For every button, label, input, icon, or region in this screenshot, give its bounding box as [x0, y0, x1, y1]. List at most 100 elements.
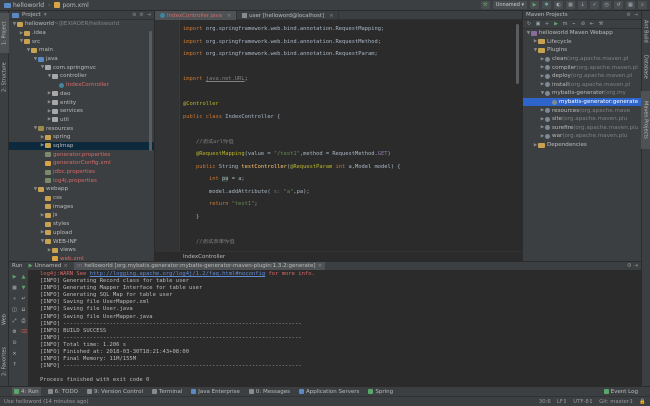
tree-item[interactable]: ▼ java — [9, 55, 154, 64]
tools-icon[interactable]: ⚒ — [598, 21, 604, 27]
hammer-icon[interactable]: ⚒ — [480, 1, 490, 9]
file-encoding[interactable]: UTF-8↕ — [573, 399, 593, 405]
tree-item[interactable]: ▶ services — [9, 107, 154, 116]
maven-tree-item[interactable]: ▶ resources (org.apache.mave — [523, 106, 641, 115]
tree-item[interactable]: ▶ .idea — [9, 29, 154, 38]
maven-tree-item[interactable]: mybatis-generator:generate — [523, 97, 641, 107]
scroll-down-icon[interactable]: ▼ — [20, 284, 27, 291]
tree-item[interactable]: ▼ com.springmvc — [9, 63, 154, 72]
run-icon[interactable]: ▶ — [553, 21, 559, 27]
tree-item[interactable]: log4j.properties — [9, 176, 154, 185]
sync-icon[interactable]: ⊕ — [132, 12, 136, 18]
editor-scrollbar[interactable] — [516, 24, 519, 84]
maven-tree-item[interactable]: ▶ Lifecycle — [523, 38, 641, 47]
tab-user-table[interactable]: user [helloword@localhost] × — [237, 11, 340, 20]
vcs-update-icon[interactable]: ↓ — [578, 1, 587, 9]
tree-item[interactable]: ▶ views — [9, 246, 154, 255]
tab-project[interactable]: 1: Project — [0, 13, 9, 53]
collapse-icon[interactable]: ⇤ — [589, 21, 595, 27]
tree-item[interactable]: ▶ js — [9, 211, 154, 220]
tree-item[interactable]: generatorConfig.xml — [9, 159, 154, 168]
restore-icon[interactable]: ⤢ — [11, 317, 18, 324]
status-message[interactable]: Use helloword (14 minutes ago) — [4, 399, 89, 405]
rerun-icon[interactable]: ▶ — [11, 273, 18, 280]
tree-item[interactable]: css — [9, 194, 154, 203]
settings-icon[interactable]: ⚙ ⇥ — [627, 263, 641, 269]
tab-web[interactable]: Web — [0, 311, 9, 329]
close-icon[interactable]: × — [11, 350, 18, 357]
tree-item[interactable]: ▼ resources — [9, 124, 154, 133]
tree-item[interactable]: IndexController — [9, 81, 154, 90]
event-log-button[interactable]: Event Log — [603, 389, 650, 395]
breadcrumb-file[interactable]: pom.xml — [54, 2, 89, 9]
help-icon[interactable]: ? — [11, 361, 18, 368]
dump-icon[interactable]: ◫ — [11, 306, 18, 313]
tree-item[interactable]: ▶ util — [9, 116, 154, 125]
revert-icon[interactable]: ↺ — [614, 1, 623, 9]
print-icon[interactable]: ⎙ — [20, 317, 27, 324]
maven-tree-item[interactable]: ▶ site (org.apache.maven.plu — [523, 115, 641, 124]
debug-icon[interactable]: ✱ — [542, 1, 551, 9]
tree-item[interactable]: ▼ controller — [9, 72, 154, 81]
maven-tree-item[interactable]: ▶ install (org.apache.maven.pl — [523, 81, 641, 90]
tab-favorites[interactable]: 2: Favorites — [0, 341, 9, 381]
gutter-line[interactable] — [155, 183, 179, 189]
maven-tree-item[interactable]: ▼ Plugins — [523, 46, 641, 55]
tree-item[interactable]: ▼ helloworld ~/JIEXIAOER/helloworld — [9, 20, 154, 29]
skip-tests-icon[interactable]: ⊘ — [580, 21, 586, 27]
breadcrumb-project[interactable]: helloworld — [4, 2, 44, 9]
stop-icon[interactable]: ■ — [11, 284, 18, 291]
wrap-icon[interactable]: ↵ — [20, 295, 27, 302]
maven-tree-item[interactable]: ▶ compiler (org.apache.maven.pl — [523, 63, 641, 72]
maven-tree-item[interactable]: ▶ war (org.apache.maven.plu — [523, 132, 641, 141]
tree-item[interactable]: images — [9, 202, 154, 211]
code-area[interactable]: import org.springframework.web.bind.anno… — [183, 20, 522, 251]
tree-item[interactable]: generator.properties — [9, 150, 154, 159]
settings-icon[interactable]: ⚙ — [626, 12, 630, 18]
git-branch[interactable]: Git: master↕ — [599, 399, 633, 405]
project-structure-icon[interactable]: ▦ — [626, 1, 635, 9]
maven-tree-item[interactable]: ▶ clean (org.apache.maven.pl — [523, 55, 641, 64]
tab-index-controller[interactable]: IndexController.java × — [155, 11, 238, 20]
tree-item[interactable]: ▼ src — [9, 37, 154, 46]
tree-item[interactable]: ▶ dao — [9, 90, 154, 99]
settings-icon[interactable]: ⚙ — [11, 328, 18, 335]
toggle-offline-icon[interactable]: ⌁ — [571, 21, 577, 27]
caret-position[interactable]: 30:6 — [539, 399, 551, 405]
stop-icon[interactable]: ■ — [566, 1, 575, 9]
line-separator[interactable]: LF↕ — [557, 399, 567, 405]
tool-window-button[interactable]: Java Enterprise — [189, 387, 242, 397]
close-icon[interactable]: × — [329, 13, 333, 19]
add-icon[interactable]: + — [544, 21, 550, 27]
tree-item[interactable]: ▼ WEB-INF — [9, 237, 154, 246]
generate-sources-icon[interactable]: ▣ — [535, 21, 541, 27]
vcs-commit-icon[interactable]: ✓ — [590, 1, 599, 9]
close-icon[interactable]: × — [318, 263, 323, 269]
coverage-icon[interactable]: ◐ — [554, 1, 563, 9]
pause-icon[interactable]: ⏸ — [11, 295, 18, 302]
maven-tree-item[interactable]: ▶ deploy (org.apache.maven.pl — [523, 72, 641, 81]
tool-window-button[interactable]: Terminal — [150, 387, 184, 397]
close-icon[interactable]: × — [63, 263, 68, 269]
pin-icon[interactable]: ⊙ — [11, 339, 18, 346]
lock-icon[interactable]: 🔒 — [639, 399, 646, 405]
settings-icon[interactable]: ⚙ — [139, 12, 143, 18]
code-editor[interactable]: import org.springframework.web.bind.anno… — [155, 20, 522, 251]
history-icon[interactable]: ◷ — [602, 1, 611, 9]
tab-ant-build[interactable]: Ant Build — [641, 15, 650, 47]
maven-tree-item[interactable]: ▶ Dependencies — [523, 141, 641, 150]
close-icon[interactable]: × — [227, 13, 231, 19]
tab-structure[interactable]: 2: Structure — [0, 57, 9, 97]
maven-tree-item[interactable]: ▼ mybatis-generator (org.my — [523, 89, 641, 98]
maven-tree-item[interactable]: ▶ surefire (org.apache.maven.plu — [523, 124, 641, 133]
tool-window-button[interactable]: 4: Run — [12, 386, 41, 397]
faq-link[interactable]: http://logging.apache.org/log4j/1.2/faq.… — [90, 271, 266, 277]
tool-window-button[interactable]: 0: Messages — [247, 387, 292, 397]
tree-item[interactable]: ▼ webapp — [9, 185, 154, 194]
project-panel-title[interactable]: Project — [22, 12, 41, 18]
tool-window-button[interactable]: 6: TODO — [46, 387, 80, 397]
tree-item[interactable]: jdbc.properties — [9, 168, 154, 177]
tool-window-button[interactable]: Application Servers — [297, 387, 361, 397]
hide-icon[interactable]: ⇥ — [147, 12, 151, 18]
hide-icon[interactable]: ⇥ — [634, 12, 638, 18]
